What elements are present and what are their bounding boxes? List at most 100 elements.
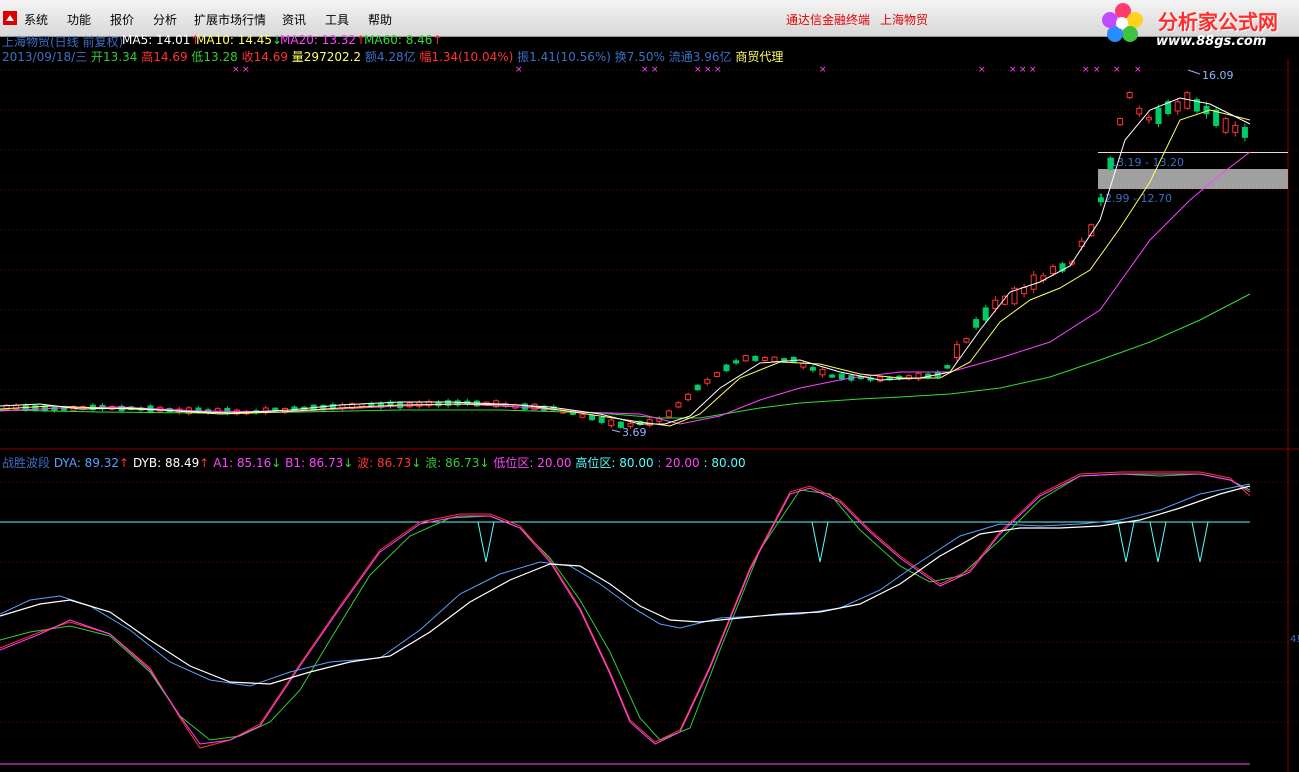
candle-down (829, 374, 836, 378)
low-price-label: 3.69 (622, 426, 647, 439)
high-price-label: 16.09 (1202, 69, 1234, 82)
candle-down (790, 356, 797, 363)
candle-down (838, 373, 845, 380)
signal-marker: × (1093, 65, 1101, 75)
candle-up (1145, 116, 1152, 121)
candle-down (982, 307, 989, 321)
candle-down (589, 415, 596, 421)
candle-up (761, 357, 768, 362)
menu-help[interactable]: 帮助 (368, 11, 392, 28)
signal-marker: × (232, 65, 240, 75)
v-signal-mark (1191, 521, 1209, 563)
candle-down (1155, 107, 1162, 125)
signal-marker: × (1029, 65, 1037, 75)
candlesticks (3, 90, 1248, 429)
stock-name-link[interactable]: 上海物贸 (880, 11, 928, 28)
candle-up (1117, 118, 1124, 126)
signal-marker: × (1009, 65, 1017, 75)
candle-down (973, 319, 980, 328)
candle-up (742, 355, 749, 362)
candle-down (809, 367, 816, 371)
v-signal-mark (811, 521, 829, 563)
range-label-1: 13.19 - 13.20 (1110, 156, 1184, 169)
menu-extended-market[interactable]: 扩展市场行情 (194, 11, 266, 28)
a1-line (0, 473, 1251, 745)
candle-up (992, 299, 999, 309)
range-band (1098, 169, 1288, 189)
candle-down (1241, 126, 1248, 138)
candle-up (579, 414, 586, 418)
lang-line (0, 473, 1251, 741)
candle-up (1232, 124, 1239, 133)
high-price-pointer (1187, 69, 1201, 75)
menu-analysis[interactable]: 分析 (153, 11, 177, 28)
dya-line (0, 483, 1251, 687)
indicator-grid (0, 481, 1299, 723)
v-signals (477, 521, 1209, 563)
app-logo-icon (3, 11, 17, 25)
candle-up (963, 338, 970, 343)
candle-up (608, 419, 615, 427)
candle-down (944, 365, 951, 369)
candle-up (1222, 118, 1229, 133)
v-signal-mark (477, 521, 495, 563)
signal-marker: × (704, 65, 712, 75)
signal-marker: × (1019, 65, 1027, 75)
candle-down (521, 403, 528, 410)
candle-up (1030, 274, 1037, 290)
signal-marker: × (1134, 65, 1142, 75)
candle-down (224, 408, 231, 414)
signal-marker: × (1082, 65, 1090, 75)
menu-tools[interactable]: 工具 (325, 11, 349, 28)
candle-up (1126, 91, 1133, 99)
signal-marker: × (242, 65, 250, 75)
candle-down (752, 356, 759, 361)
signal-marker: × (651, 65, 659, 75)
candle-up (685, 393, 692, 401)
menu-function[interactable]: 功能 (67, 11, 91, 28)
v-signal-mark (1117, 521, 1135, 563)
candle-up (1184, 92, 1191, 109)
signal-marker: × (694, 65, 702, 75)
candle-up (771, 356, 778, 362)
signal-marker: × (515, 65, 523, 75)
candle-down (598, 416, 605, 423)
bo-line (0, 471, 1251, 749)
candle-up (819, 368, 826, 376)
chart-canvas[interactable]: × × × × × × × × × × × × × × × × × 13.19 … (0, 36, 1299, 772)
candle-down (723, 364, 730, 372)
dyb-line (0, 485, 1251, 685)
signal-marker: × (1113, 65, 1121, 75)
candle-up (665, 410, 672, 418)
terminal-link[interactable]: 通达信金融终端 (786, 11, 870, 28)
signal-marker: × (978, 65, 986, 75)
candle-down (1097, 197, 1104, 203)
v-signal-mark (1149, 521, 1167, 563)
candle-up (953, 344, 960, 359)
signal-marker: × (819, 65, 827, 75)
candle-up (1049, 266, 1056, 274)
candle-up (1174, 101, 1181, 112)
candle-up (713, 372, 720, 377)
candle-down (694, 384, 701, 391)
menu-quote[interactable]: 报价 (110, 11, 134, 28)
menu-news[interactable]: 资讯 (282, 11, 306, 28)
candle-up (1136, 107, 1143, 115)
candle-down (1107, 157, 1114, 170)
candle-down (617, 421, 624, 428)
logo-title: 分析家公式网 (1158, 10, 1278, 34)
right-axis-label: 4! (1290, 634, 1299, 645)
signal-marker: × (641, 65, 649, 75)
range-label-2: 12.99 - 12.70 (1098, 192, 1172, 205)
signal-marker: × (714, 65, 722, 75)
candle-down (733, 360, 740, 364)
candle-up (800, 362, 807, 368)
ma20-line (0, 151, 1251, 425)
candle-up (627, 423, 634, 427)
menu-system[interactable]: 系统 (24, 11, 48, 28)
candle-up (704, 379, 711, 384)
candle-up (675, 402, 682, 408)
candle-down (781, 358, 788, 362)
ma5-line (0, 97, 1251, 425)
range-line (1098, 152, 1288, 153)
